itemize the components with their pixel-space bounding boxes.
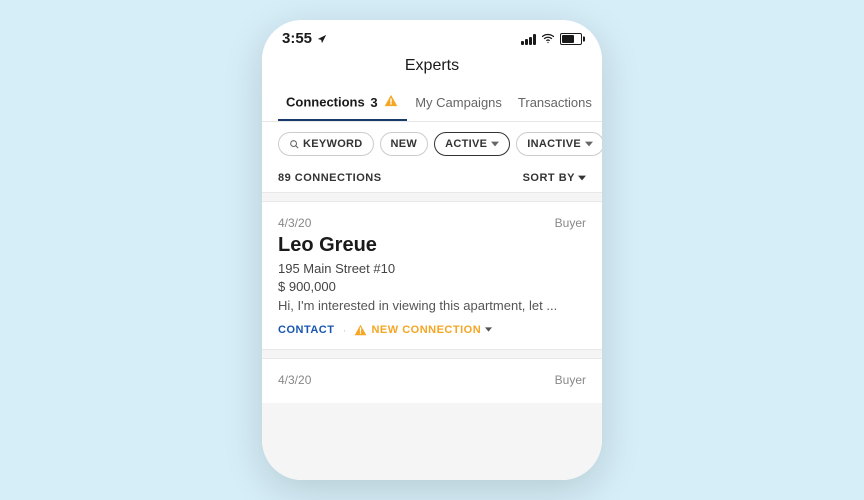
card-header: 4/3/20 Buyer (278, 216, 586, 230)
phone-frame: 3:55 Experts Connections 3 (262, 20, 602, 480)
inactive-label: INACTIVE (527, 138, 581, 150)
warning-triangle-icon (383, 93, 399, 107)
search-icon (289, 139, 299, 149)
dot-separator: · (342, 323, 346, 337)
card-price: $ 900,000 (278, 279, 586, 294)
new-connection-button[interactable]: NEW CONNECTION (354, 324, 492, 336)
card-address: 195 Main Street #10 (278, 261, 586, 276)
filters-row: KEYWORD NEW ACTIVE INACTIVE (262, 122, 602, 166)
signal-icon (521, 33, 536, 45)
cards-container: 4/3/20 Buyer Leo Greue 195 Main Street #… (262, 193, 602, 481)
tab-my-t[interactable]: My T (600, 87, 602, 119)
second-card-date: 4/3/20 (278, 373, 311, 387)
inactive-chevron-icon (585, 141, 593, 147)
active-label: ACTIVE (445, 138, 487, 150)
card-type: Buyer (555, 216, 586, 230)
connection-card: 4/3/20 Buyer Leo Greue 195 Main Street #… (262, 201, 602, 350)
active-chevron-icon (491, 141, 499, 147)
card-name: Leo Greue (278, 234, 586, 257)
card-date: 4/3/20 (278, 216, 311, 230)
keyword-label: KEYWORD (303, 138, 363, 150)
sort-chevron-icon (578, 175, 586, 181)
page-title: Experts (262, 53, 602, 85)
status-time: 3:55 (282, 30, 312, 47)
sort-by-label: SORT BY (523, 172, 575, 184)
new-connection-warning-icon (354, 324, 367, 336)
wifi-icon (541, 33, 555, 45)
tab-connections-badge: 3 (370, 95, 377, 110)
second-connection-card: 4/3/20 Buyer (262, 358, 602, 403)
connections-row: 89 CONNECTIONS SORT BY (262, 166, 602, 193)
new-filter-button[interactable]: NEW (380, 132, 429, 156)
keyword-filter-button[interactable]: KEYWORD (278, 132, 374, 156)
new-label: NEW (391, 138, 418, 150)
inactive-filter-button[interactable]: INACTIVE (516, 132, 602, 156)
location-arrow-icon (317, 34, 327, 44)
tab-connections[interactable]: Connections 3 (278, 85, 407, 121)
contact-button[interactable]: CONTACT (278, 324, 334, 336)
tab-transactions-label: Transactions (518, 95, 592, 110)
new-connection-chevron-icon (485, 327, 492, 332)
connections-count: 89 CONNECTIONS (278, 172, 382, 184)
tabs-container: Connections 3 My Campaigns Transactions … (262, 85, 602, 122)
second-card-type: Buyer (555, 373, 586, 387)
tab-my-campaigns[interactable]: My Campaigns (407, 87, 510, 119)
sort-by-button[interactable]: SORT BY (523, 172, 586, 184)
tab-my-campaigns-label: My Campaigns (415, 95, 502, 110)
battery-icon (560, 33, 582, 45)
new-connection-label: NEW CONNECTION (371, 324, 481, 336)
tab-transactions[interactable]: Transactions (510, 87, 600, 119)
status-icons (521, 33, 582, 45)
second-card-header: 4/3/20 Buyer (278, 373, 586, 387)
card-actions: CONTACT · NEW CONNECTION (278, 323, 586, 337)
card-message: Hi, I'm interested in viewing this apart… (278, 298, 586, 313)
active-filter-button[interactable]: ACTIVE (434, 132, 510, 156)
tab-connections-label: Connections (286, 95, 368, 110)
status-bar: 3:55 (262, 20, 602, 53)
